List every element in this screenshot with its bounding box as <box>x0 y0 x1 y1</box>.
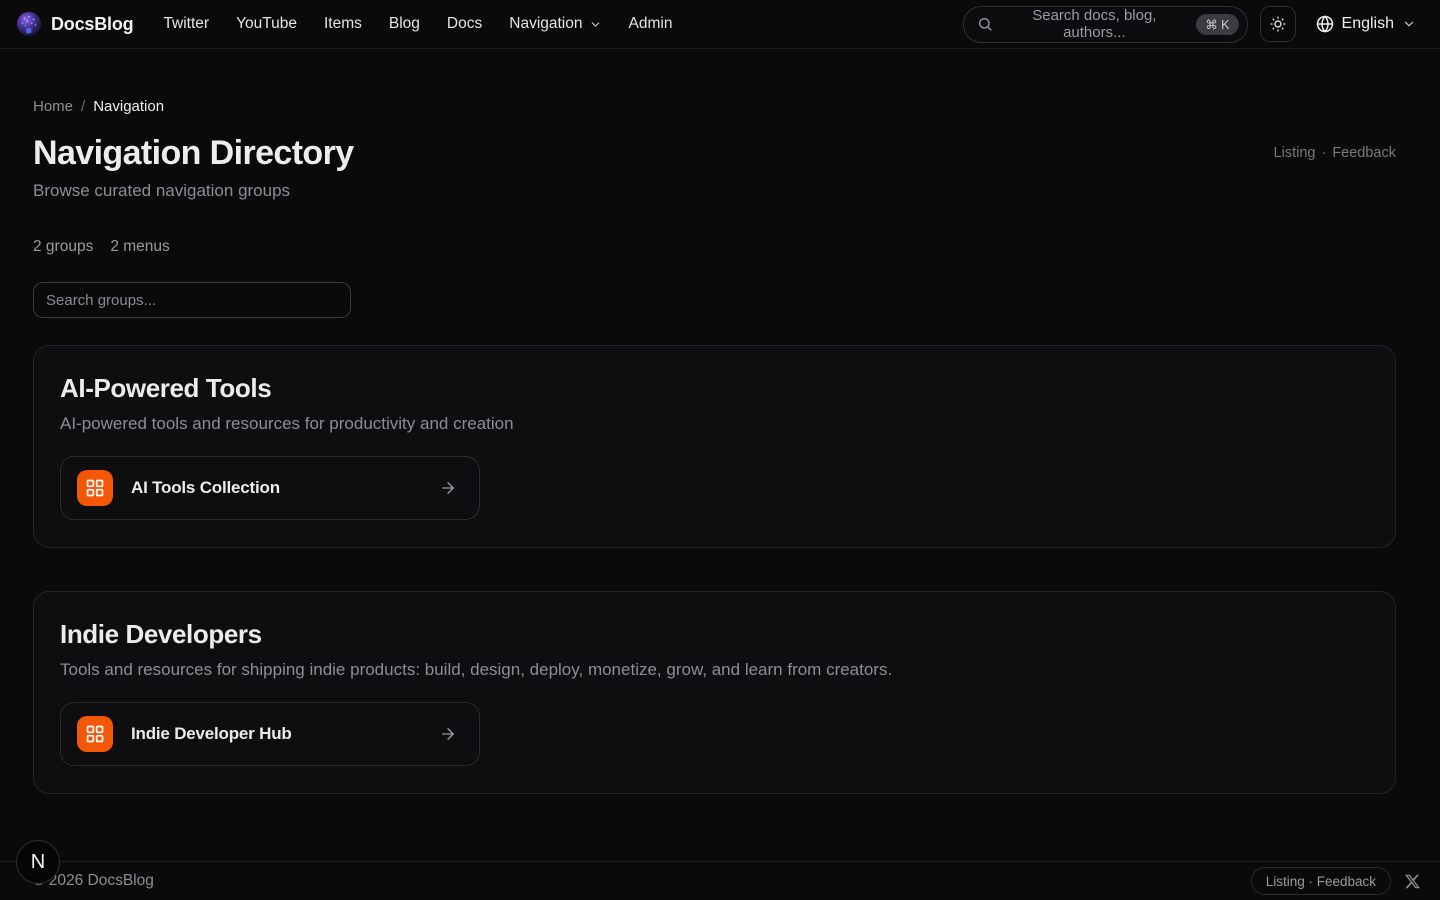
group-description: Tools and resources for shipping indie p… <box>60 661 1369 678</box>
global-search-button[interactable]: Search docs, blog, authors... ⌘ K <box>963 6 1248 43</box>
header-right: Search docs, blog, authors... ⌘ K Englis… <box>963 6 1416 43</box>
page-title: Navigation Directory <box>33 135 354 171</box>
nav-link-blog[interactable]: Blog <box>389 15 420 33</box>
sun-icon <box>1269 15 1287 33</box>
page-subtitle: Browse curated navigation groups <box>33 182 1396 199</box>
brand-name: DocsBlog <box>51 14 133 35</box>
nav-link-twitter[interactable]: Twitter <box>163 15 209 33</box>
aside-separator: · <box>1321 145 1326 161</box>
menu-link-ai-tools-collection[interactable]: AI Tools Collection <box>60 456 480 520</box>
language-switcher[interactable]: English <box>1316 15 1416 33</box>
group-title: AI-Powered Tools <box>60 374 1369 402</box>
nav-link-admin[interactable]: Admin <box>629 15 673 33</box>
breadcrumb-home-link[interactable]: Home <box>33 99 73 115</box>
docsblog-logo-icon <box>16 11 42 37</box>
groups-count: 2 groups <box>33 239 93 255</box>
group-title: Indie Developers <box>60 620 1369 648</box>
footer: © 2026 DocsBlog Listing · Feedback <box>0 861 1440 900</box>
nav-link-navigation[interactable]: Navigation <box>509 15 601 33</box>
groups-search-input[interactable] <box>33 282 351 318</box>
breadcrumb: Home / Navigation <box>33 99 1396 115</box>
page-aside-links: Listing · Feedback <box>1274 145 1396 161</box>
grid-icon <box>77 470 113 506</box>
feedback-link[interactable]: Feedback <box>1332 145 1396 161</box>
main-nav: Twitter YouTube Items Blog Docs Navigati… <box>163 15 672 33</box>
dev-tools-button[interactable]: N <box>16 840 60 884</box>
nav-link-items[interactable]: Items <box>324 15 362 33</box>
theme-toggle-button[interactable] <box>1260 6 1296 42</box>
group-card-indie-developers: Indie Developers Tools and resources for… <box>33 591 1396 794</box>
menus-count: 2 menus <box>110 239 169 255</box>
menu-link-indie-developer-hub[interactable]: Indie Developer Hub <box>60 702 480 766</box>
arrow-right-icon <box>439 479 457 497</box>
menu-label: AI Tools Collection <box>131 478 280 498</box>
menu-label: Indie Developer Hub <box>131 724 292 744</box>
breadcrumb-separator: / <box>81 99 85 115</box>
group-card-ai-powered-tools: AI-Powered Tools AI-powered tools and re… <box>33 345 1396 548</box>
footer-right: Listing · Feedback <box>1251 867 1420 895</box>
listing-link[interactable]: Listing <box>1274 145 1316 161</box>
brand-link[interactable]: DocsBlog <box>16 11 133 37</box>
page-content: Home / Navigation Navigation Directory L… <box>0 99 1440 794</box>
chevron-down-icon <box>589 18 602 31</box>
nav-link-docs[interactable]: Docs <box>447 15 482 33</box>
language-label: English <box>1342 15 1394 33</box>
title-row: Navigation Directory Listing · Feedback <box>33 135 1396 171</box>
arrow-right-icon <box>439 725 457 743</box>
search-icon <box>977 16 993 32</box>
keyboard-shortcut-badge: ⌘ K <box>1196 14 1238 35</box>
grid-icon <box>77 716 113 752</box>
footer-listing-feedback-badge[interactable]: Listing · Feedback <box>1251 867 1391 895</box>
x-logo-icon[interactable] <box>1405 874 1420 889</box>
chevron-down-icon <box>1402 17 1416 31</box>
globe-icon <box>1316 15 1334 33</box>
global-search-placeholder: Search docs, blog, authors... <box>1002 7 1188 41</box>
top-navbar: DocsBlog Twitter YouTube Items Blog Docs… <box>0 0 1440 49</box>
stats-row: 2 groups 2 menus <box>33 239 1396 255</box>
nav-link-youtube[interactable]: YouTube <box>236 15 297 33</box>
group-description: AI-powered tools and resources for produ… <box>60 415 1369 432</box>
breadcrumb-current: Navigation <box>93 99 164 115</box>
